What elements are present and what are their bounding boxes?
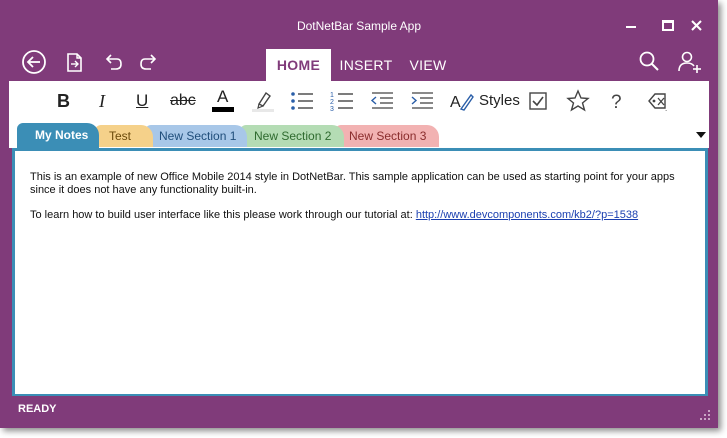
minimize-icon: [626, 26, 636, 28]
title-bar: DotNetBar Sample App: [0, 0, 718, 40]
bullet-list-button[interactable]: [289, 89, 315, 113]
svg-text:A: A: [450, 94, 461, 111]
star-button[interactable]: [566, 89, 590, 113]
font-color-label: A: [217, 87, 229, 106]
new-document-icon: [67, 53, 82, 72]
underline-button[interactable]: U: [136, 89, 150, 113]
undo-icon: [105, 54, 122, 70]
section-tab-my-notes[interactable]: My Notes: [17, 123, 99, 148]
status-bar: READY: [0, 398, 718, 428]
section-tab-new-section-3[interactable]: New Section 3: [335, 125, 439, 147]
highlight-icon: [252, 91, 274, 112]
star-icon: [566, 89, 590, 112]
styles-icon: A: [450, 93, 474, 111]
back-button[interactable]: [19, 47, 49, 77]
search-button[interactable]: [634, 47, 664, 77]
italic-button[interactable]: I: [99, 89, 111, 113]
question-button[interactable]: ?: [607, 89, 627, 113]
increase-indent-icon: [411, 92, 433, 109]
maximize-button[interactable]: [657, 16, 679, 36]
svg-text:1: 1: [330, 92, 334, 99]
svg-text:?: ?: [611, 92, 622, 113]
app-window: DotNetBar Sample App HOME INSERT VIEW B …: [0, 0, 718, 428]
checkbox-icon: [529, 92, 547, 110]
section-tab-test[interactable]: Test: [95, 125, 153, 147]
decrease-indent-icon: [370, 92, 393, 109]
bullet-list-icon: [291, 92, 313, 110]
add-user-button[interactable]: [675, 47, 705, 77]
search-icon: [639, 51, 659, 71]
styles-label: Styles: [479, 92, 520, 109]
svg-text:3: 3: [330, 106, 334, 113]
svg-text:.: .: [665, 104, 667, 113]
numbered-list-icon: 123: [330, 92, 353, 113]
font-color-button[interactable]: A: [210, 87, 236, 113]
redo-button[interactable]: [135, 47, 165, 77]
content-paragraph: This is an example of new Office Mobile …: [30, 171, 675, 196]
question-icon: ?: [611, 92, 622, 113]
note-content[interactable]: This is an example of new Office Mobile …: [12, 148, 708, 396]
strikethrough-button[interactable]: abc: [170, 89, 198, 113]
undo-button[interactable]: [97, 47, 127, 77]
content-paragraph-with-link: To learn how to build user interface lik…: [30, 209, 698, 222]
tab-insert[interactable]: INSERT: [337, 49, 395, 81]
checkbox-button[interactable]: [528, 89, 550, 113]
highlight-button[interactable]: [250, 89, 276, 113]
chevron-down-icon[interactable]: [695, 130, 707, 140]
tab-view[interactable]: VIEW: [405, 49, 451, 81]
tab-home[interactable]: HOME: [266, 49, 331, 81]
add-user-icon: [678, 51, 701, 73]
status-text: READY: [18, 403, 57, 415]
formatting-toolbar: B I U abc A 123 A Styles ? .: [9, 81, 709, 121]
clear-formatting-button[interactable]: .: [645, 89, 671, 113]
close-icon: [691, 20, 702, 31]
window-title: DotNetBar Sample App: [296, 19, 422, 33]
font-color-icon: [212, 107, 234, 112]
section-tab-new-section-1[interactable]: New Section 1: [145, 125, 247, 147]
minimize-button[interactable]: [620, 16, 642, 36]
redo-icon: [140, 54, 157, 70]
decrease-indent-button[interactable]: [369, 89, 395, 113]
tutorial-link[interactable]: http://www.devcomponents.com/kb2/?p=1538: [416, 209, 638, 221]
increase-indent-button[interactable]: [409, 89, 435, 113]
section-tabs: New Section 3 New Section 2 New Section …: [9, 121, 709, 148]
styles-button[interactable]: A Styles: [449, 89, 520, 113]
section-tab-new-section-2[interactable]: New Section 2: [240, 125, 344, 147]
clear-formatting-icon: .: [648, 93, 667, 113]
link-prefix-text: To learn how to build user interface lik…: [30, 209, 416, 221]
bold-button[interactable]: B: [57, 89, 73, 113]
back-arrow-icon: [22, 50, 46, 74]
numbered-list-button[interactable]: 123: [329, 89, 355, 113]
resize-grip-icon[interactable]: [699, 409, 711, 421]
new-document-button[interactable]: [59, 47, 89, 77]
close-button[interactable]: [686, 16, 708, 36]
maximize-icon: [662, 20, 674, 31]
svg-text:2: 2: [330, 99, 334, 106]
